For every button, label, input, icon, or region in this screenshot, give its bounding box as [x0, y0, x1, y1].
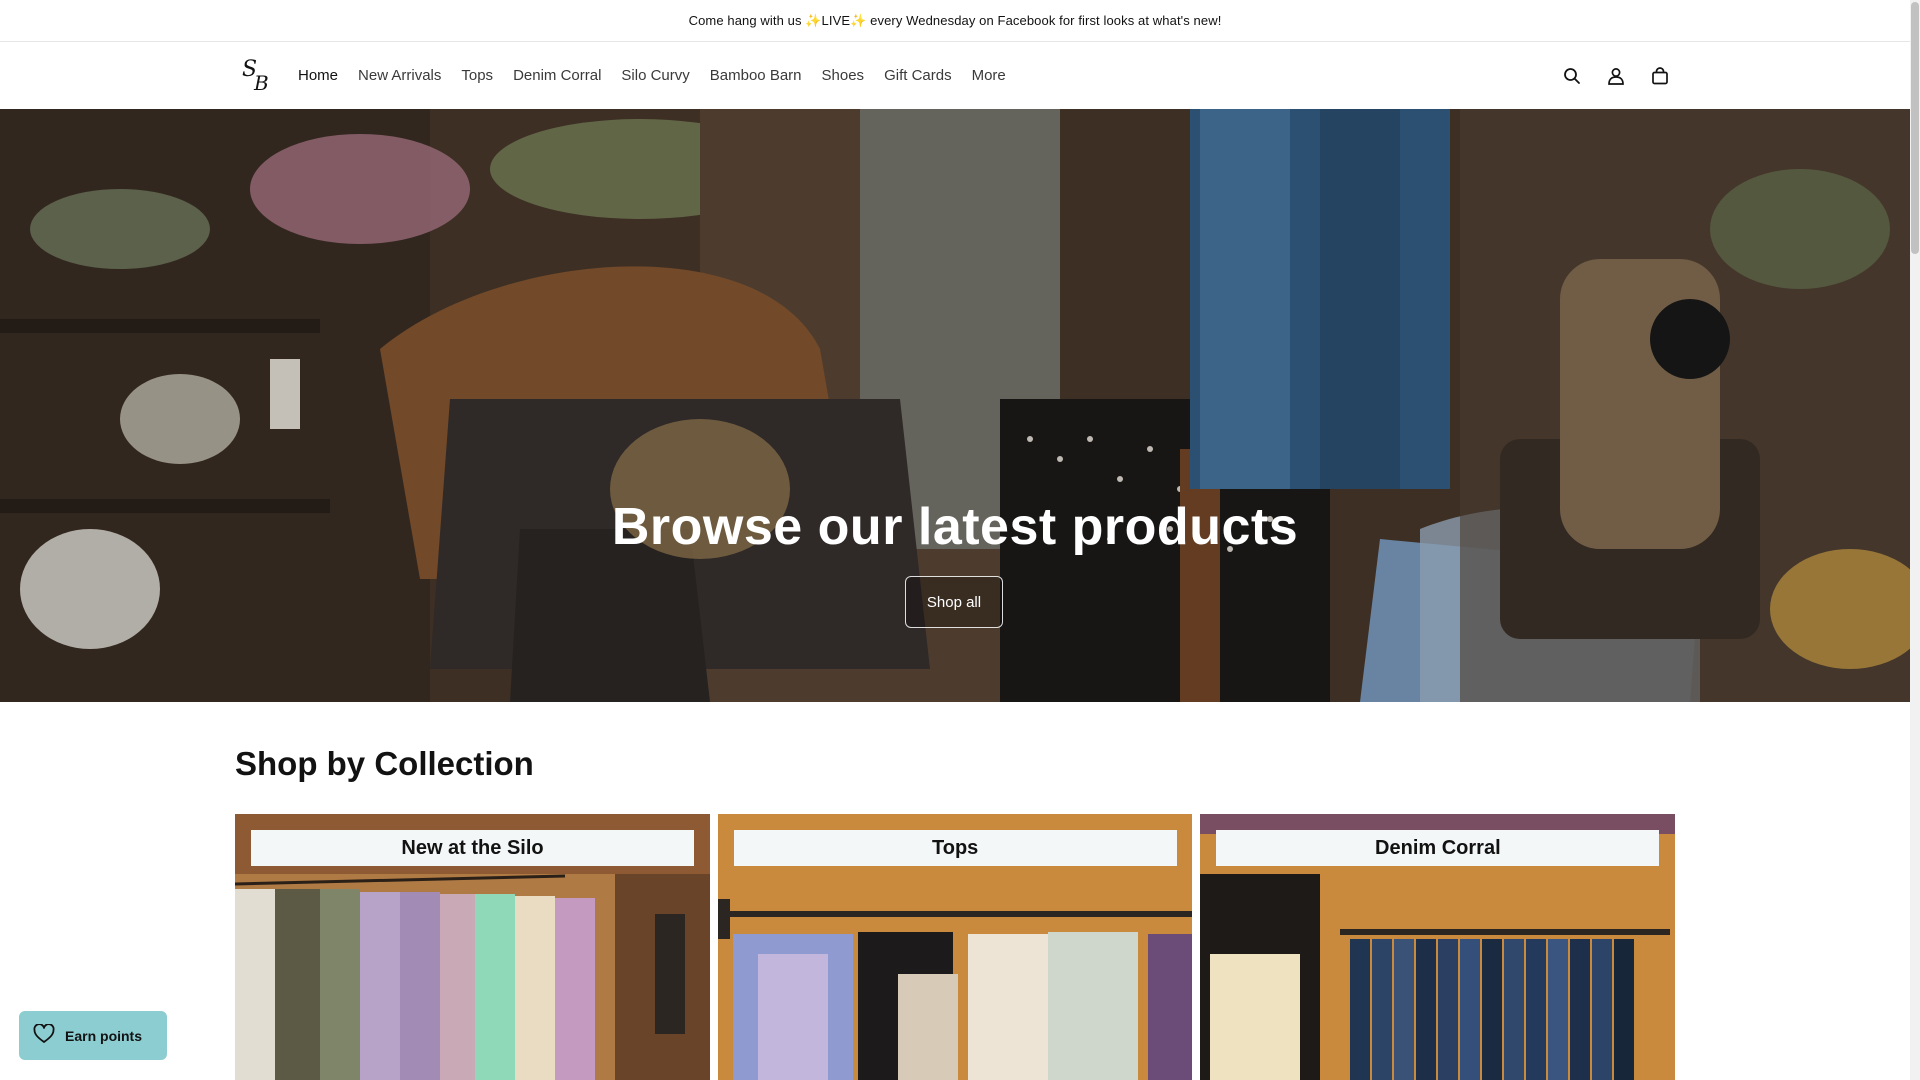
- collections-heading: Shop by Collection: [235, 745, 534, 782]
- collection-card-tops[interactable]: Tops: [717, 814, 1193, 1080]
- nav-gift-cards[interactable]: Gift Cards: [874, 67, 962, 84]
- collection-label: New at the Silo: [251, 830, 694, 866]
- nav-bamboo-barn[interactable]: Bamboo Barn: [700, 67, 812, 84]
- announcement-text: Come hang with us ✨LIVE✨ every Wednesday…: [688, 12, 1222, 28]
- nav-new-arrivals[interactable]: New Arrivals: [348, 67, 451, 84]
- nav-tops[interactable]: Tops: [451, 67, 503, 84]
- heart-icon: [33, 1023, 55, 1047]
- store-logo[interactable]: S B: [240, 54, 274, 95]
- site-header: S B Home New Arrivals Tops Denim Corral …: [0, 42, 1910, 109]
- hero-title: Browse our latest products: [611, 498, 1299, 556]
- account-icon[interactable]: [1604, 64, 1628, 88]
- announcement-bar: Come hang with us ✨LIVE✨ every Wednesday…: [0, 0, 1910, 42]
- collection-card-new-at-the-silo[interactable]: New at the Silo: [235, 814, 710, 1080]
- hero-banner: Browse our latest products Shop all: [0, 109, 1910, 702]
- scrollbar-thumb[interactable]: [1911, 2, 1919, 254]
- earn-points-button[interactable]: Earn points: [19, 1011, 167, 1060]
- earn-points-label: Earn points: [65, 1027, 143, 1044]
- nav-denim-corral[interactable]: Denim Corral: [503, 67, 611, 84]
- header-actions: [1560, 42, 1672, 109]
- nav-home[interactable]: Home: [290, 67, 348, 84]
- collection-label: Tops: [733, 830, 1177, 866]
- main-nav: Home New Arrivals Tops Denim Corral Silo…: [290, 42, 1016, 109]
- collection-label: Denim Corral: [1216, 830, 1660, 866]
- nav-shoes[interactable]: Shoes: [812, 67, 875, 84]
- svg-text:B: B: [253, 71, 269, 94]
- collection-grid: New at the Silo Tops Denim Corral: [235, 814, 1676, 1080]
- nav-more[interactable]: More: [962, 67, 1016, 84]
- collection-card-denim-corral[interactable]: Denim Corral: [1200, 814, 1676, 1080]
- search-icon[interactable]: [1560, 64, 1584, 88]
- nav-silo-curvy[interactable]: Silo Curvy: [611, 67, 699, 84]
- shop-all-button[interactable]: Shop all: [905, 576, 1003, 628]
- cart-icon[interactable]: [1648, 64, 1672, 88]
- page-scrollbar[interactable]: [1910, 0, 1920, 1080]
